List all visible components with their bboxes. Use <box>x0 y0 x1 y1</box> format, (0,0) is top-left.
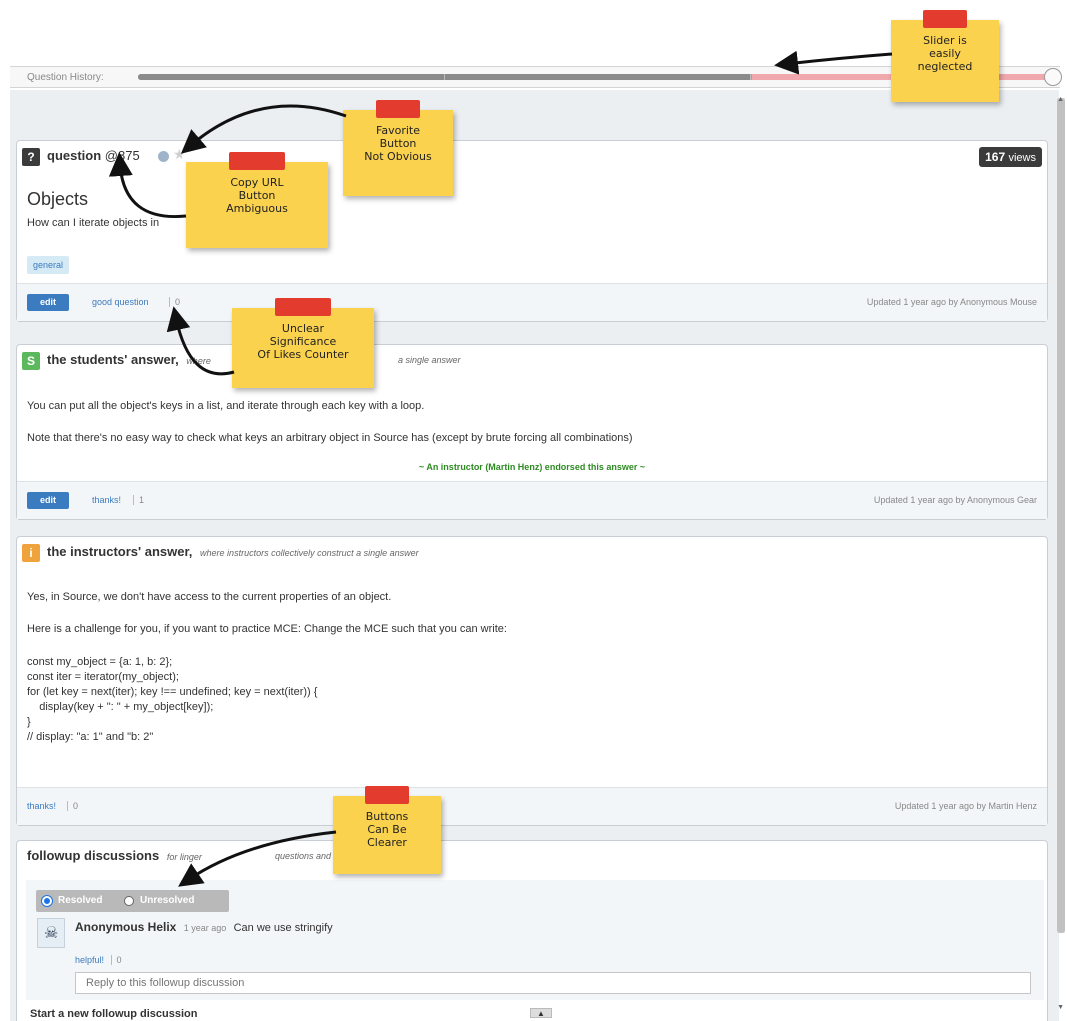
students-answer-updated: Updated 1 year ago by Anonymous Gear <box>873 495 1037 505</box>
tape <box>228 152 286 170</box>
unresolved-label[interactable]: Unresolved <box>140 895 194 906</box>
students-badge-icon: S <box>22 352 40 370</box>
note-copy-url-text: Copy URL Button Ambiguous <box>226 176 288 215</box>
followup-title-text: followup discussions <box>27 848 160 863</box>
followup-title: followup discussions for linger <box>27 848 202 863</box>
edit-students-answer-button[interactable]: edit <box>27 492 69 509</box>
instructors-answer-para1: Yes, in Source, we don't have access to … <box>27 591 392 603</box>
question-footer: edit good question 0 Updated 1 year ago … <box>17 283 1047 321</box>
followup-header: followup discussions for linger question… <box>17 841 1047 871</box>
helpful-count: 0 <box>110 955 122 965</box>
followup-subtitle: for linger <box>166 852 202 862</box>
note-copy-url: Copy URL Button Ambiguous <box>186 152 328 248</box>
scrollbar[interactable] <box>1057 98 1065 933</box>
reply-input[interactable] <box>75 972 1031 994</box>
instructors-answer-title: the instructors' answer, where instructo… <box>47 544 419 559</box>
tape <box>274 298 332 316</box>
instructors-answer-card: i the instructors' answer, where instruc… <box>16 536 1048 826</box>
followup-author: Anonymous Helix <box>75 920 177 934</box>
instructors-answer-header: i the instructors' answer, where instruc… <box>17 537 1047 567</box>
unresolved-radio[interactable] <box>124 896 134 906</box>
students-answer-para1: You can put all the object's keys in a l… <box>27 400 425 412</box>
helpful-button[interactable]: helpful! <box>75 955 104 965</box>
students-answer-header: S the students' answer, where a single a… <box>17 345 1047 375</box>
students-answer-subtitle: where <box>186 356 211 366</box>
note-likes-text: Unclear Significance Of Likes Counter <box>257 322 349 361</box>
question-card: ? question @875 ★ 167 views Objects How … <box>16 140 1048 322</box>
tape <box>376 100 420 118</box>
views-count: 167 <box>985 150 1006 164</box>
slider-tick <box>444 74 445 80</box>
arrow-slider <box>774 50 893 75</box>
copy-url-icon[interactable] <box>158 151 169 162</box>
views-unit: views <box>1008 152 1036 164</box>
question-history-label: Question History: <box>27 72 104 83</box>
scroll-up-icon[interactable]: ▲ <box>1057 96 1064 103</box>
tape <box>365 786 409 804</box>
resolved-label[interactable]: Resolved <box>58 895 102 906</box>
question-updated: Updated 1 year ago by Anonymous Mouse <box>866 297 1037 307</box>
tag-general[interactable]: general <box>27 256 70 274</box>
question-body: How can I iterate objects in <box>27 217 160 229</box>
endorsement-note: ~ An instructor (Martin Henz) endorsed t… <box>418 462 646 472</box>
question-heading: Objects <box>27 189 89 209</box>
scroll-down-icon[interactable]: ▼ <box>1057 1004 1064 1011</box>
note-likes: Unclear Significance Of Likes Counter <box>232 298 374 388</box>
students-answer-title-text: the students' answer, <box>47 352 179 367</box>
avatar: ☠ <box>37 918 65 948</box>
tag-container: general <box>27 255 70 274</box>
tape <box>923 10 967 28</box>
instructors-answer-footer: thanks! 0 Updated 1 year ago by Martin H… <box>17 787 1047 825</box>
instructors-answer-subtitle: where instructors collectively construct… <box>200 548 419 558</box>
thanks-instructors-count: 0 <box>67 801 78 811</box>
instructors-badge-icon: i <box>22 544 40 562</box>
followup-post: Anonymous Helix 1 year ago Can we use st… <box>75 920 333 934</box>
instructors-answer-para2: Here is a challenge for you, if you want… <box>27 623 507 635</box>
question-header: ? question @875 ★ 167 views <box>17 141 1047 171</box>
note-slider-text: Slider is easily neglected <box>917 34 973 73</box>
question-title: question @875 <box>47 148 140 163</box>
favorite-star-icon[interactable]: ★ <box>173 146 186 163</box>
pirate-avatar-icon: ☠ <box>44 925 59 942</box>
students-answer-footer: edit thanks! 1 Updated 1 year ago by Ano… <box>17 481 1047 519</box>
scroll-thumb[interactable] <box>1057 98 1065 933</box>
instructors-answer-title-text: the instructors' answer, <box>47 544 193 559</box>
edit-question-button[interactable]: edit <box>27 294 69 311</box>
note-buttons: Buttons Can Be Clearer <box>333 786 441 874</box>
instructors-answer-updated: Updated 1 year ago by Martin Henz <box>894 801 1037 811</box>
instructors-answer-code: const my_object = {a: 1, b: 2}; const it… <box>27 656 318 743</box>
students-answer-para2: Note that there's no easy way to check w… <box>27 432 633 444</box>
question-id: @875 <box>104 148 140 163</box>
good-question-button[interactable]: good question <box>92 297 149 307</box>
resolved-toggle: Resolved Unresolved <box>36 890 229 912</box>
collapse-button[interactable]: ▲ <box>530 1008 552 1018</box>
question-badge-icon: ? <box>22 148 40 166</box>
slider-tick <box>750 74 751 80</box>
students-answer-subtitle-tail: a single answer <box>398 355 461 365</box>
note-favorite-text: Favorite Button Not Obvious <box>364 124 432 163</box>
note-slider: Slider is easily neglected <box>891 10 999 102</box>
question-type-label: question <box>47 148 102 163</box>
note-favorite: Favorite Button Not Obvious <box>343 100 453 196</box>
resolved-radio[interactable] <box>42 896 52 906</box>
views-counter: 167 views <box>979 147 1042 167</box>
note-buttons-text: Buttons Can Be Clearer <box>365 810 409 849</box>
thanks-students-button[interactable]: thanks! <box>92 495 121 505</box>
followup-actions: helpful! 0 <box>75 955 122 965</box>
followup-time: 1 year ago <box>183 923 227 933</box>
slider-thumb[interactable] <box>1044 68 1062 86</box>
followup-message: Can we use stringify <box>233 922 333 934</box>
thanks-instructors-button[interactable]: thanks! <box>27 801 56 811</box>
students-answer-title: the students' answer, where <box>47 352 211 367</box>
thanks-students-count: 1 <box>133 495 144 505</box>
new-discussion-label[interactable]: Start a new followup discussion <box>30 1008 197 1020</box>
students-answer-card: S the students' answer, where a single a… <box>16 344 1048 520</box>
good-question-count: 0 <box>169 297 180 307</box>
